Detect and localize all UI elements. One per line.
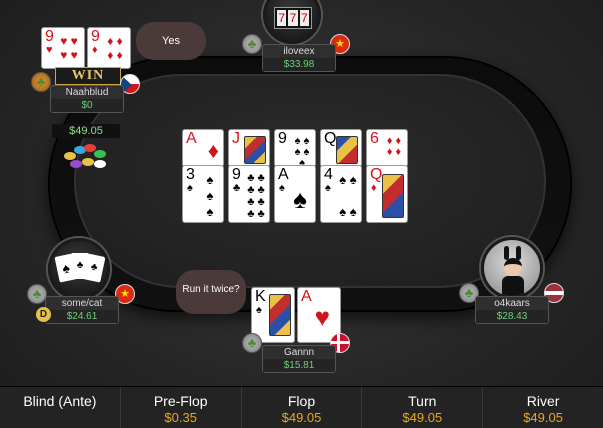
player-stack: $33.98 bbox=[263, 58, 335, 71]
clover-icon[interactable]: ♣ bbox=[242, 34, 262, 54]
stage-river[interactable]: River $49.05 bbox=[483, 387, 603, 428]
board-card: J bbox=[228, 129, 270, 167]
board-card: 6 ♦ ♦ ♦ ♦ bbox=[366, 129, 408, 167]
board-card: Q ♦ bbox=[366, 165, 408, 223]
board-card: 4 ♠ ♠ ♠ ♠ ♠ bbox=[320, 165, 362, 223]
player-stack: $0 bbox=[51, 99, 123, 112]
board-card: A ♦ bbox=[182, 129, 224, 167]
dealer-button: D bbox=[36, 307, 51, 322]
board-card: 9 ♠ ♠ ♠ ♠ ♠ bbox=[274, 129, 316, 167]
hole-card: 9 ♥ ♥ ♥ ♥ ♥ bbox=[41, 27, 85, 69]
player-name: o4kaars bbox=[494, 298, 530, 309]
board-card: Q bbox=[320, 129, 362, 167]
win-badge: WIN bbox=[55, 67, 121, 85]
player-plate-gannn[interactable]: Gannn $15.81 bbox=[262, 345, 336, 373]
player-name: iloveex bbox=[283, 46, 315, 57]
chat-bubble: Yes bbox=[136, 22, 206, 60]
chat-bubble: Run it twice? bbox=[176, 270, 246, 314]
board-card: 9 ♣ ♣ ♣ ♣ ♣ ♣ ♣ ♣ ♣ bbox=[228, 165, 270, 223]
avatar-o4kaars[interactable] bbox=[481, 237, 543, 299]
player-stack: $28.43 bbox=[476, 310, 548, 323]
pot-amount: $49.05 bbox=[52, 124, 120, 138]
street-summary-bar: Blind (Ante) Pre-Flop $0.35 Flop $49.05 … bbox=[0, 386, 603, 428]
player-name: Naahblud bbox=[65, 87, 109, 98]
board-card: A ♠ ♠ bbox=[274, 165, 316, 223]
clover-icon[interactable]: ♣ bbox=[31, 72, 51, 92]
bunny-avatar-image bbox=[502, 246, 524, 296]
hole-card: 9 ♦ ♦ ♦ ♦ ♦ bbox=[87, 27, 131, 69]
stage-blind[interactable]: Blind (Ante) bbox=[0, 387, 121, 428]
player-plate-some-cat[interactable]: some/cat $24.61 bbox=[45, 296, 119, 324]
stage-preflop[interactable]: Pre-Flop $0.35 bbox=[121, 387, 242, 428]
board-card: 3 ♠ ♠ ♠ ♠ bbox=[182, 165, 224, 223]
cards-avatar-image: ♠ ♣ ♣ bbox=[54, 253, 106, 287]
stage-turn[interactable]: Turn $49.05 bbox=[362, 387, 484, 428]
avatar-iloveex[interactable]: 7 7 7 bbox=[263, 0, 321, 44]
stage-flop[interactable]: Flop $49.05 bbox=[242, 387, 363, 428]
player-plate-iloveex[interactable]: iloveex $33.98 bbox=[262, 44, 336, 72]
avatar-some-cat[interactable]: ♠ ♣ ♣ bbox=[48, 238, 110, 300]
clover-icon[interactable]: ♣ bbox=[27, 284, 47, 304]
player-plate-naahblud[interactable]: Naahblud $0 bbox=[50, 85, 124, 113]
player-name: some/cat bbox=[61, 298, 103, 309]
player-plate-o4kaars[interactable]: o4kaars $28.43 bbox=[475, 296, 549, 324]
chip-stack-icon bbox=[60, 142, 112, 172]
slot-machine-avatar-image: 7 7 7 bbox=[274, 7, 312, 29]
player-name: Gannn bbox=[283, 347, 315, 358]
player-stack: $15.81 bbox=[263, 359, 335, 372]
clover-icon[interactable]: ♣ bbox=[242, 333, 262, 353]
player-stack: $24.61 bbox=[46, 310, 118, 323]
